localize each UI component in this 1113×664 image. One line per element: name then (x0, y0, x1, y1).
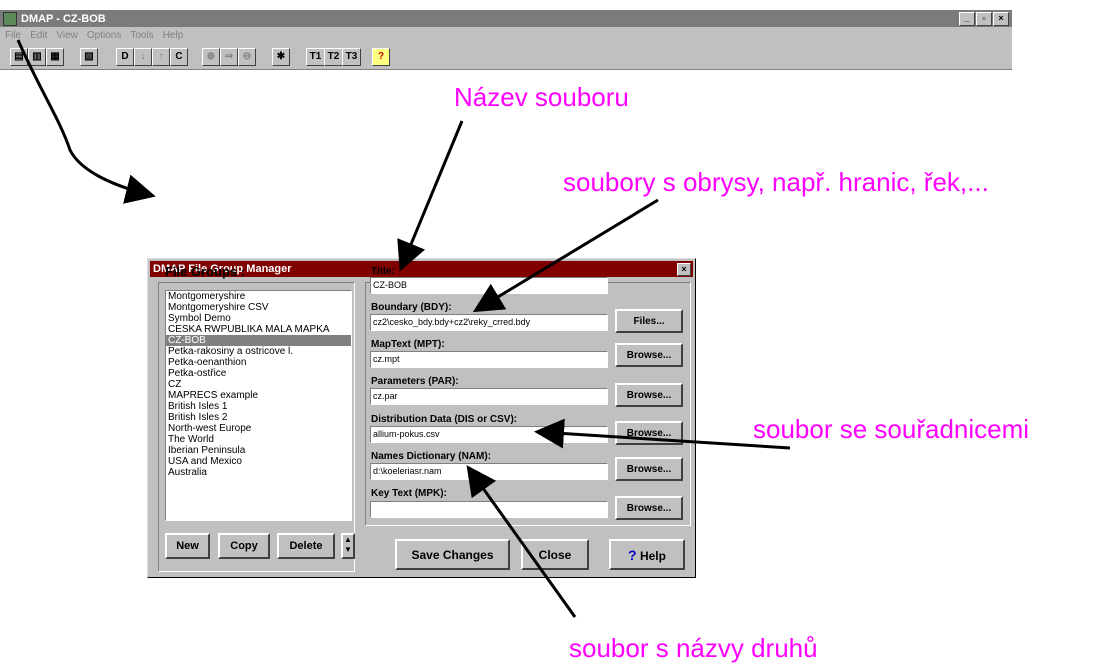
arrow-menu-to-dialog (16, 39, 156, 204)
annotation-arrows (16, 39, 791, 618)
arrow-to-names-field (466, 465, 577, 618)
arrow-to-title-field (397, 120, 464, 272)
arrow-to-boundary-field (472, 198, 659, 313)
arrow-to-distribution-field (534, 418, 791, 450)
